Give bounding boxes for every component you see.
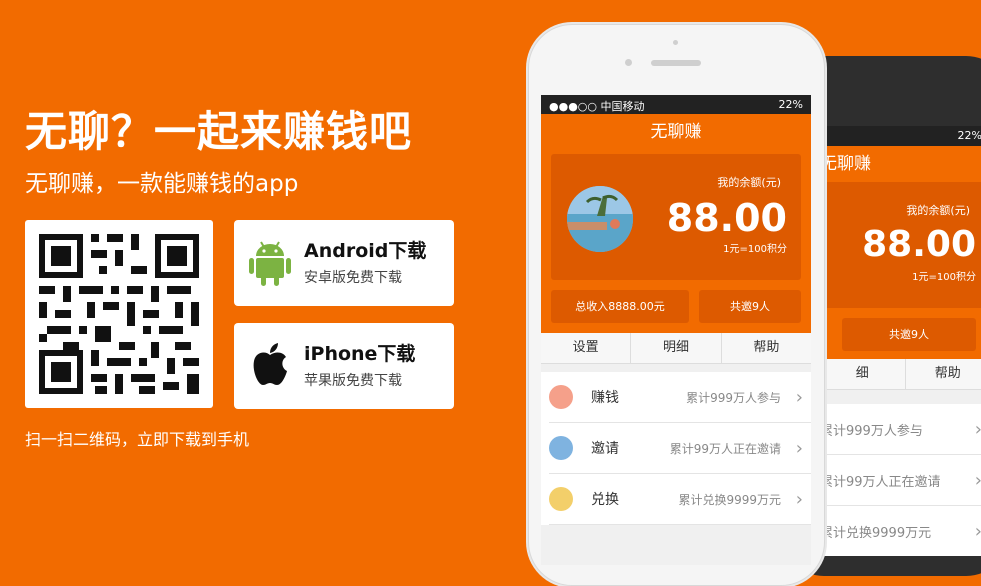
hero: 无聊？一起来赚钱吧 无聊赚，一款能赚钱的app bbox=[25, 104, 412, 200]
app-title: 无聊赚 bbox=[541, 114, 811, 150]
avatar[interactable] bbox=[567, 186, 633, 252]
invited-pill[interactable]: 共邀9人 bbox=[842, 318, 976, 351]
balance-rate: 1元=100积分 bbox=[723, 240, 787, 255]
iphone-download-button[interactable]: iPhone下载 苹果版免费下载 bbox=[234, 323, 454, 409]
status-bar: ●●●○○ 中国移动 22% bbox=[541, 95, 811, 114]
iphone-download-subtitle: 苹果版免费下载 bbox=[304, 370, 402, 390]
sensor-icon bbox=[625, 59, 632, 66]
list-item-exchange[interactable]: 兑换 累计兑换9999万元 › bbox=[549, 474, 811, 525]
phone-money-icon bbox=[549, 385, 573, 409]
list-item[interactable]: 累计兑换9999万元› bbox=[820, 506, 981, 556]
android-robot-icon bbox=[248, 238, 292, 288]
card-icon bbox=[549, 487, 573, 511]
phone-back-screen: 22% 无聊赚 我的余额(元) 88.00 1元=100积分 共邀9人 细 帮助… bbox=[820, 126, 981, 556]
headline: 无聊？一起来赚钱吧 bbox=[25, 104, 412, 160]
chevron-right-icon: › bbox=[796, 438, 803, 459]
feature-list: 赚钱 累计999万人参与 › 邀请 累计99万人正在邀请 › 兑换 累计兑换99… bbox=[541, 372, 811, 525]
carrier-text: ●●●○○ 中国移动 bbox=[549, 98, 645, 114]
list-item[interactable]: 累计99万人正在邀请› bbox=[820, 455, 981, 506]
total-income-pill[interactable]: 总收入8888.00元 bbox=[551, 290, 689, 323]
chevron-right-icon: › bbox=[796, 387, 803, 408]
speaker-icon bbox=[651, 60, 701, 66]
chevron-right-icon: › bbox=[975, 470, 981, 491]
list-item-desc: 累计999万人参与 bbox=[686, 389, 781, 406]
tab-help[interactable]: 帮助 bbox=[906, 359, 981, 389]
tab-bar: 设置 明细 帮助 bbox=[541, 333, 811, 364]
tab-detail[interactable]: 明细 bbox=[631, 333, 721, 363]
balance-card: 我的余额(元) 88.00 1元=100积分 bbox=[551, 154, 801, 280]
tab-detail[interactable]: 细 bbox=[820, 359, 906, 389]
balance-rate: 1元=100积分 bbox=[912, 268, 976, 283]
apple-logo-icon bbox=[248, 341, 292, 391]
tab-settings[interactable]: 设置 bbox=[541, 333, 631, 363]
subline: 无聊赚，一款能赚钱的app bbox=[25, 168, 412, 200]
list-item-label: 赚钱 bbox=[591, 387, 651, 407]
scan-tip: 扫一扫二维码，立即下载到手机 bbox=[25, 426, 249, 450]
battery-level: 22% bbox=[779, 98, 803, 111]
invited-pill[interactable]: 共邀9人 bbox=[699, 290, 801, 323]
iphone-download-title: iPhone下载 bbox=[304, 339, 415, 366]
balance-label: 我的余额(元) bbox=[717, 174, 781, 190]
phone-front-screen: ●●●○○ 中国移动 22% 无聊赚 我的余额(元) 88.00 bbox=[541, 95, 811, 565]
list-item-label: 兑换 bbox=[591, 489, 651, 509]
battery-level: 22% bbox=[958, 129, 981, 142]
android-download-button[interactable]: Android下载 安卓版免费下载 bbox=[234, 220, 454, 306]
android-download-subtitle: 安卓版免费下载 bbox=[304, 267, 402, 287]
list-item-label: 邀请 bbox=[591, 438, 651, 458]
list-item-desc: 累计99万人正在邀请 bbox=[670, 440, 781, 457]
camera-icon bbox=[673, 40, 678, 45]
list-item[interactable]: 累计999万人参与› bbox=[820, 404, 981, 455]
person-icon bbox=[549, 436, 573, 460]
chevron-right-icon: › bbox=[975, 419, 981, 440]
balance-label: 我的余额(元) bbox=[906, 202, 970, 218]
balance-value: 88.00 bbox=[667, 196, 787, 240]
app-title: 无聊赚 bbox=[820, 146, 981, 182]
android-download-title: Android下载 bbox=[304, 236, 426, 263]
list-item-invite[interactable]: 邀请 累计99万人正在邀请 › bbox=[549, 423, 811, 474]
phone-front-mockup: ●●●○○ 中国移动 22% 无聊赚 我的余额(元) 88.00 bbox=[528, 24, 825, 586]
qr-code bbox=[25, 220, 213, 408]
chevron-right-icon: › bbox=[796, 489, 803, 510]
balance-value: 88.00 bbox=[862, 224, 976, 265]
chevron-right-icon: › bbox=[975, 521, 981, 542]
tab-help[interactable]: 帮助 bbox=[722, 333, 811, 363]
list-item-earn[interactable]: 赚钱 累计999万人参与 › bbox=[549, 372, 811, 423]
list-item-desc: 累计兑换9999万元 bbox=[678, 491, 781, 508]
